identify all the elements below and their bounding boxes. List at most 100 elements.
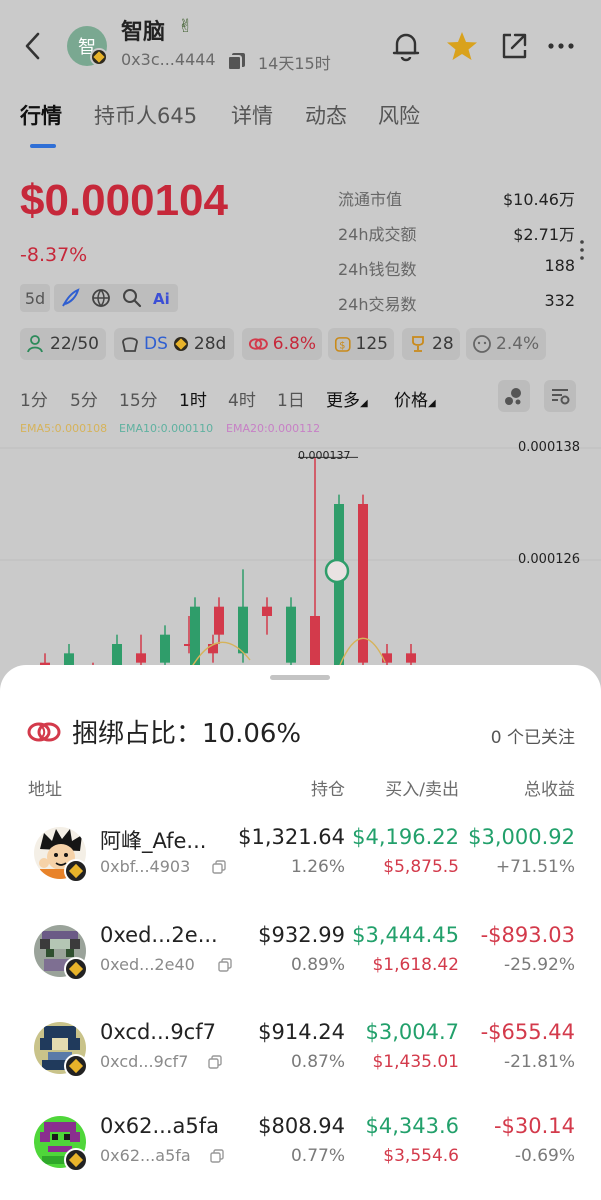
candle-body[interactable] (238, 606, 248, 654)
current-price: $0.000104 (20, 176, 228, 225)
kebab-icon[interactable] (578, 238, 586, 262)
token-age: 14天15时 (258, 54, 331, 73)
bnb-chain-icon (64, 957, 88, 981)
header-holding[interactable]: 持仓 (311, 775, 345, 800)
buy-amount: $4,343.6 (365, 1114, 459, 1138)
stat-value-volume: $2.71万 (513, 225, 575, 244)
copy-icon[interactable] (226, 51, 248, 71)
timeframe-4h[interactable]: 4时 (228, 386, 256, 411)
sell-amount: $3,554.6 (383, 1146, 459, 1166)
star-icon[interactable] (444, 28, 480, 64)
feather-icon[interactable] (59, 287, 81, 309)
token-name: 智脑 (121, 20, 166, 45)
chip-bundle-text: 6.8% (272, 334, 316, 354)
timeframe-1d[interactable]: 1日 (277, 386, 305, 411)
chip-dollar-text: 125 (355, 334, 388, 354)
price-dropdown[interactable]: 价格◢ (394, 386, 436, 411)
chip-age-text: 28d (193, 334, 227, 354)
chip-dollar[interactable]: $ 125 (328, 328, 394, 360)
peak-price-label: 0.000137 (298, 449, 351, 462)
holding-value: $914.24 (258, 1020, 345, 1044)
holder-row[interactable]: 0xed...2e... 0xed...2e40 $932.99 0.89% $… (0, 923, 601, 1005)
period-button[interactable]: 5d (20, 284, 50, 312)
candle-body[interactable] (406, 653, 416, 663)
header-address: 地址 (28, 780, 62, 800)
sell-amount: $1,435.01 (372, 1052, 459, 1072)
chip-face[interactable]: 2.4% (466, 328, 546, 360)
buy-amount: $3,444.45 (352, 923, 459, 947)
copy-icon[interactable] (210, 1149, 224, 1163)
sheet-grab-handle[interactable] (270, 675, 330, 680)
globe-icon[interactable] (90, 287, 112, 309)
timeframe-1m[interactable]: 1分 (20, 386, 48, 411)
timeframe-1h[interactable]: 1时 (179, 386, 207, 411)
holding-percent: 0.87% (290, 1052, 345, 1072)
chip-ds[interactable]: DS 28d (114, 328, 234, 360)
holder-row[interactable]: 0xcd...9cf7 0xcd...9cf7 $914.24 0.87% $3… (0, 1020, 601, 1102)
token-emoji: ✌ (178, 16, 194, 37)
chip-holders-text: 22/50 (50, 334, 99, 354)
chart-settings-button[interactable] (544, 380, 576, 412)
bell-icon[interactable] (388, 28, 424, 64)
holders-icon (27, 335, 43, 353)
holder-address: 0xed...2e40 (100, 955, 195, 974)
candle-body[interactable] (262, 606, 272, 616)
copy-icon[interactable] (212, 860, 226, 874)
chip-bundle[interactable]: 6.8% (242, 328, 322, 360)
stat-label-volume: 24h成交额 (338, 225, 417, 244)
indicator-toggle-button[interactable] (498, 380, 530, 412)
ai-icon[interactable]: Ai (152, 287, 174, 309)
search-icon[interactable] (121, 287, 143, 309)
share-icon[interactable] (496, 28, 532, 64)
timeframe-5m[interactable]: 5分 (70, 386, 98, 411)
timeframe-15m[interactable]: 15分 (119, 386, 158, 411)
dollar-bag-icon: $ (334, 337, 351, 352)
candle-body[interactable] (136, 653, 146, 663)
tab-activity[interactable]: 动态 (305, 100, 347, 130)
tab-risk[interactable]: 风险 (378, 100, 420, 130)
copy-icon[interactable] (218, 958, 232, 972)
total-pnl: -$893.03 (480, 923, 575, 947)
price-chart[interactable] (0, 430, 601, 680)
more-dropdown[interactable]: 更多◢ (326, 386, 368, 411)
back-arrow-icon[interactable] (18, 26, 48, 66)
copy-icon[interactable] (208, 1055, 222, 1069)
stat-label-mcap: 流通市值 (338, 190, 403, 209)
chip-holders[interactable]: 22/50 (20, 328, 106, 360)
chip-trophy[interactable]: 28 (402, 328, 460, 360)
candle-body[interactable] (208, 644, 218, 654)
candle-body[interactable] (334, 504, 344, 680)
bundle-icon (248, 338, 268, 350)
sell-amount: $1,618.42 (372, 955, 459, 975)
bundle-holders-sheet[interactable]: 捆绑占比：10.06% 0 个已关注 地址 持仓 买入/卖出 总收益 阿峰_Af… (0, 665, 601, 1200)
holder-row[interactable]: 阿峰_Afe... 0xbf...4903 $1,321.64 1.26% $4… (0, 825, 601, 907)
buy-amount: $3,004.7 (365, 1020, 459, 1044)
header-total-pnl[interactable]: 总收益 (524, 775, 575, 800)
holding-value: $1,321.64 (238, 825, 345, 849)
total-pnl-percent: -21.81% (504, 1052, 575, 1072)
tab-details[interactable]: 详情 (231, 100, 273, 130)
token-address: 0x3c...4444 (121, 50, 216, 69)
total-pnl: $3,000.92 (468, 825, 575, 849)
sheet-title: 捆绑占比：10.06% (26, 713, 301, 750)
holder-address: 0xcd...9cf7 (100, 1052, 189, 1071)
trade-marker-icon[interactable] (324, 558, 350, 584)
tab-holders[interactable]: 持币人645 (94, 100, 197, 130)
total-pnl-percent: +71.51% (495, 857, 575, 877)
holder-row[interactable]: 0x62...a5fa 0x62...a5fa $808.94 0.77% $4… (0, 1114, 601, 1196)
follow-count[interactable]: 0 个已关注 (491, 723, 575, 748)
total-pnl: -$655.44 (480, 1020, 575, 1044)
tab-market[interactable]: 行情 (20, 100, 62, 130)
candle-body[interactable] (214, 606, 224, 635)
bnb-icon (171, 335, 190, 353)
bnb-chain-icon (64, 1148, 88, 1172)
candle-body[interactable] (160, 634, 170, 663)
holding-percent: 1.26% (290, 857, 345, 877)
header-buy-sell[interactable]: 买入/卖出 (385, 775, 459, 800)
dropdown-arrow-icon: ◢ (428, 398, 436, 409)
dropdown-arrow-icon: ◢ (360, 398, 368, 409)
candle-body[interactable] (286, 606, 296, 663)
more-icon[interactable] (544, 28, 580, 64)
holder-address: 0x62...a5fa (100, 1146, 191, 1165)
sheet-title-text: 捆绑占比：10.06% (72, 719, 302, 749)
